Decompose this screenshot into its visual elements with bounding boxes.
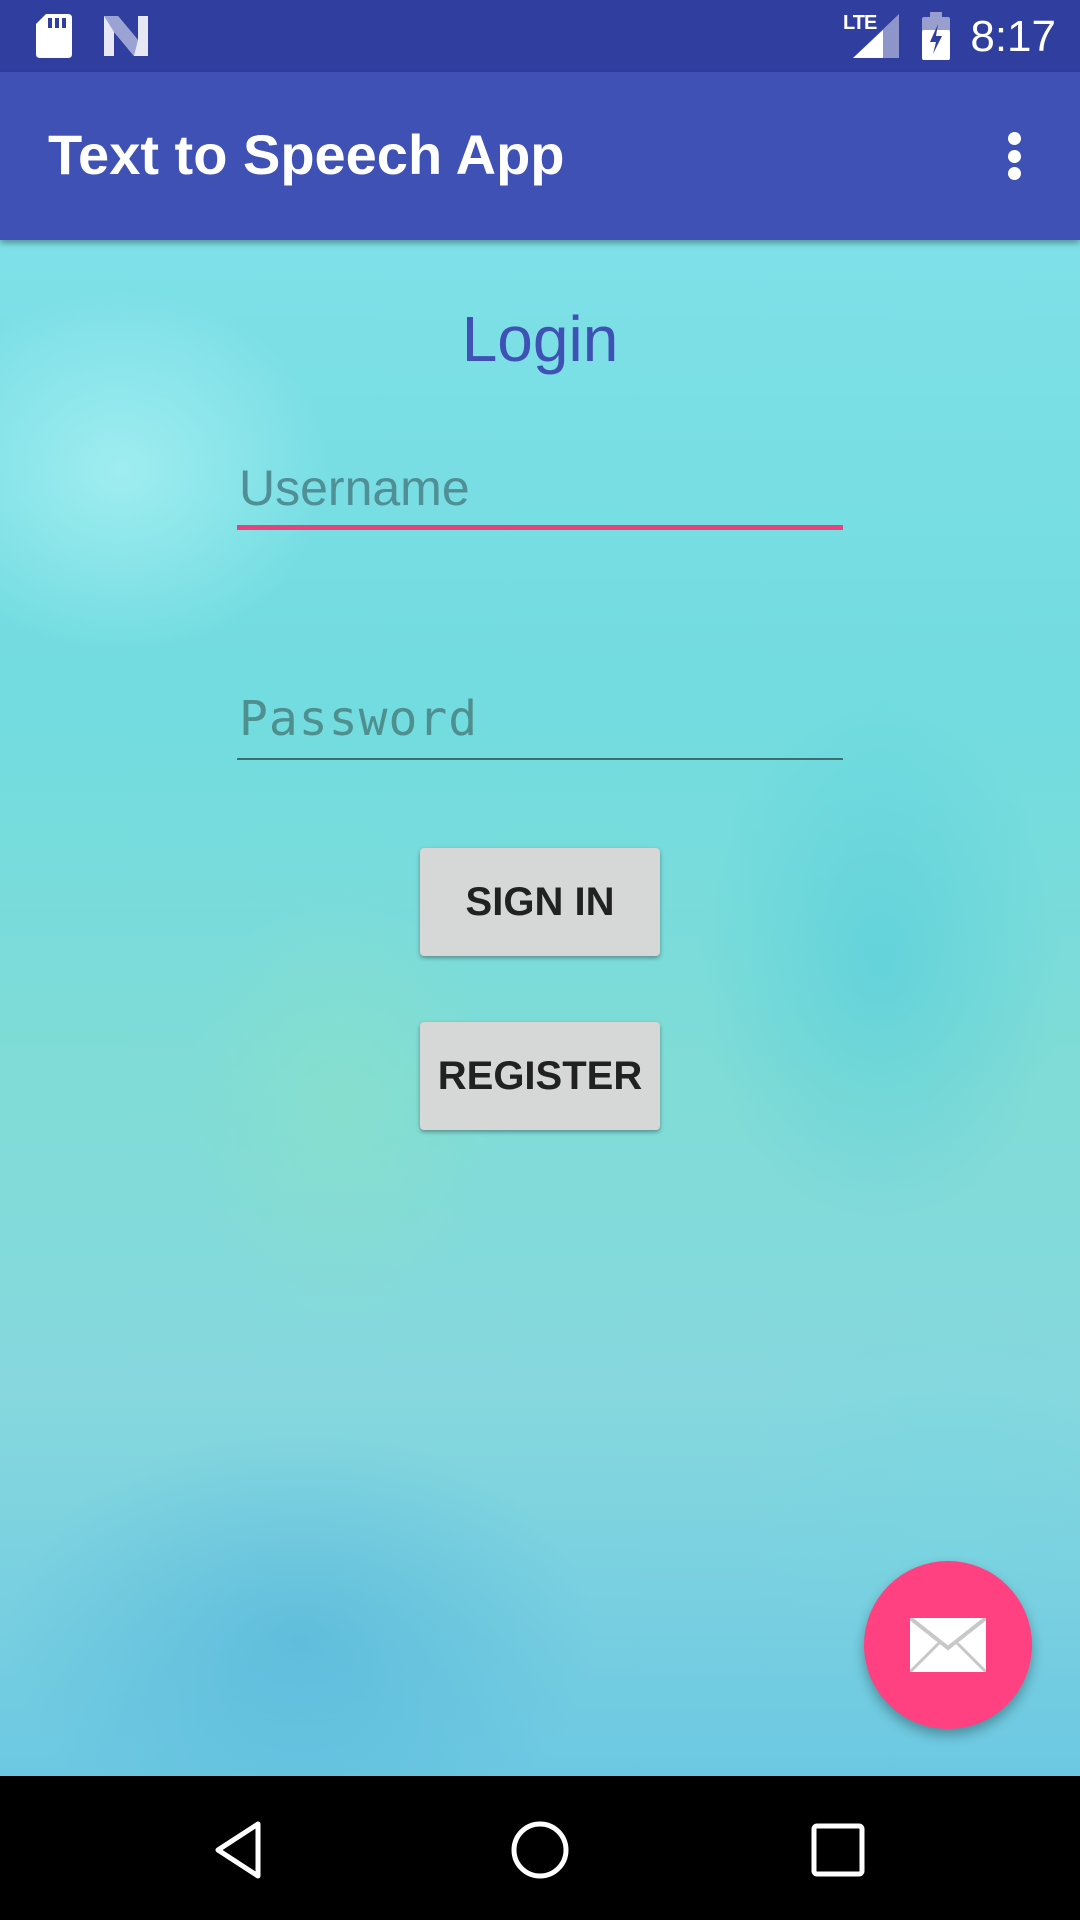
n-notification-icon (104, 16, 148, 56)
email-icon (910, 1618, 986, 1672)
password-input[interactable] (237, 680, 843, 758)
username-field-container (237, 450, 843, 530)
app-title: Text to Speech App (48, 123, 565, 186)
password-field-container (237, 680, 843, 760)
status-clock: 8:17 (970, 12, 1056, 61)
email-fab-button[interactable] (864, 1561, 1032, 1729)
app-bar: Text to Speech App (0, 72, 1080, 240)
register-button[interactable]: REGISTER (420, 1022, 660, 1130)
navigation-bar (0, 1776, 1080, 1920)
login-content: Login SIGN IN REGISTER (0, 240, 1080, 1776)
screen: LTE 8:17 Text to Speech App Login SIGN I… (0, 0, 1080, 1920)
status-bar: LTE 8:17 (0, 0, 1080, 72)
recents-icon[interactable] (806, 1818, 870, 1882)
back-icon[interactable] (210, 1818, 274, 1882)
battery-icon (922, 12, 950, 60)
home-icon[interactable] (508, 1818, 572, 1882)
sd-card-icon (36, 14, 72, 58)
sign-in-button[interactable]: SIGN IN (420, 848, 660, 956)
username-input[interactable] (237, 450, 843, 525)
more-vert-icon[interactable] (990, 124, 1038, 188)
login-heading: Login (461, 303, 619, 375)
signal-icon (853, 14, 899, 58)
